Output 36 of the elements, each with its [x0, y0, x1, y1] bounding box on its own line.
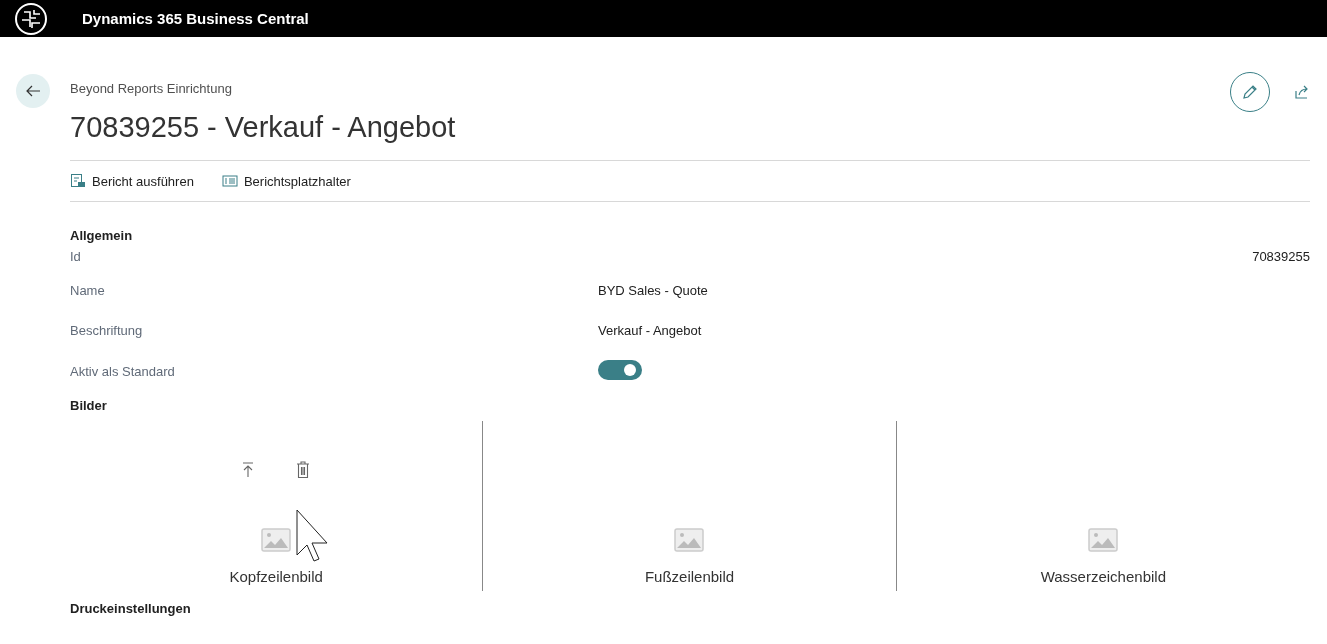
list-icon — [221, 174, 238, 188]
toggle-switch[interactable] — [598, 359, 642, 380]
field-label: Name — [70, 282, 106, 298]
logo-icon — [14, 1, 48, 36]
back-button[interactable] — [16, 74, 50, 108]
field-label: Aktiv als Standard — [70, 363, 176, 379]
image-field-button[interactable]: Kopfzeilenbild — [229, 567, 323, 585]
image-field-button[interactable]: Wasserzeichenbild — [1040, 567, 1166, 585]
field-value: BYD Sales - Quote — [598, 282, 709, 298]
app-title: Dynamics 365 Business Central — [82, 10, 309, 27]
image-placeholder-icon — [674, 527, 705, 552]
page-title: 70839255 - Verkauf - Angebot — [70, 110, 456, 145]
back-arrow-icon — [25, 85, 41, 97]
field-value: 70839255 — [1252, 249, 1310, 264]
section-heading: Bilder — [70, 397, 108, 413]
delete-button[interactable] — [296, 460, 311, 479]
section-heading: Allgemein — [70, 228, 134, 243]
image-field-button[interactable]: Fußzeilenbild — [644, 567, 735, 585]
image-placeholder-icon — [1088, 527, 1119, 552]
report-print-icon — [70, 173, 86, 189]
upload-button[interactable] — [242, 461, 255, 478]
breadcrumb: Beyond Reports Einrichtung — [70, 81, 233, 96]
action-button[interactable]: Bericht ausführen — [70, 173, 194, 189]
share-icon — [1294, 84, 1310, 100]
trash-icon — [296, 460, 311, 479]
share-button[interactable] — [1294, 84, 1310, 100]
cursor-icon — [296, 508, 331, 563]
field-value: Verkauf - Angebot — [598, 323, 703, 339]
upload-icon — [242, 461, 255, 478]
edit-button[interactable] — [1230, 72, 1270, 112]
action-button[interactable]: Berichtsplatzhalter — [221, 173, 351, 189]
field-label: Id — [70, 249, 82, 264]
pencil-icon — [1241, 83, 1259, 101]
field-label: Beschriftung — [70, 323, 144, 339]
image-placeholder-icon — [261, 527, 292, 552]
section-heading: Druckeinstellungen — [70, 600, 192, 616]
